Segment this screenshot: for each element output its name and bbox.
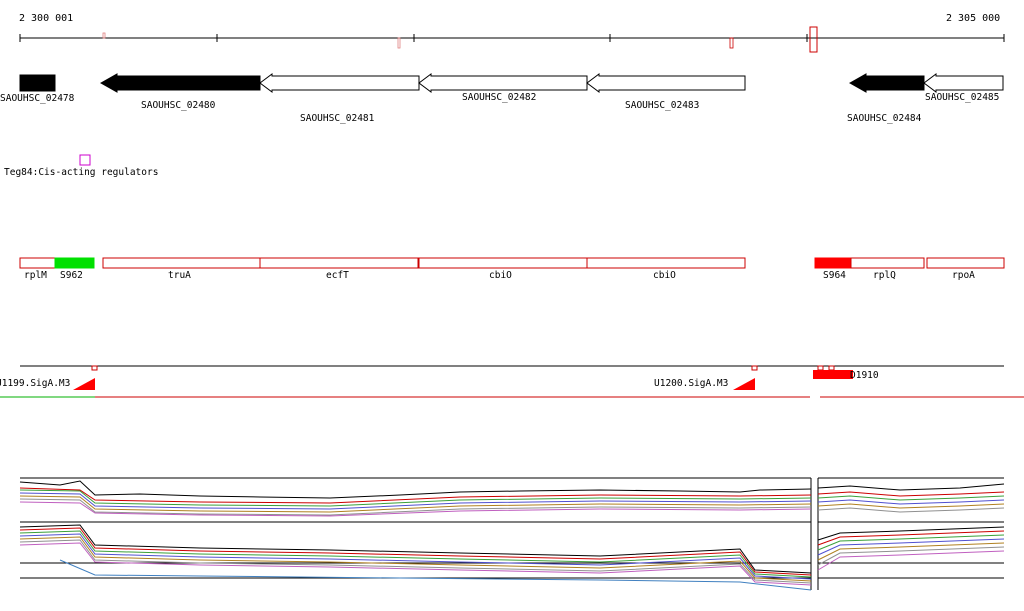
- feature-label: rplM: [24, 270, 47, 281]
- feature-label: rpoA: [952, 270, 975, 281]
- promoter-label[interactable]: D1910: [850, 370, 879, 381]
- feature-truA[interactable]: [102, 257, 261, 269]
- feature-ecfT[interactable]: [259, 257, 419, 269]
- feature-rpoA[interactable]: [926, 257, 1005, 269]
- gene-arrow-02482[interactable]: [418, 73, 588, 93]
- promoter-marker-2[interactable]: [733, 378, 755, 390]
- gene-label[interactable]: SAOUHSC_02485: [925, 92, 999, 103]
- feature-label: cbiO: [489, 270, 512, 281]
- feature-S964[interactable]: [814, 257, 852, 269]
- feature-label: S964: [823, 270, 846, 281]
- feature-rplQ[interactable]: [850, 257, 925, 269]
- feature-S962[interactable]: [54, 257, 95, 269]
- gene-arrow-02480[interactable]: [99, 73, 261, 93]
- gene-arrow-02484[interactable]: [848, 73, 925, 93]
- feature-label: rplQ: [873, 270, 896, 281]
- gene-label[interactable]: SAOUHSC_02480: [141, 100, 215, 111]
- feature-label: cbiO: [653, 270, 676, 281]
- feature-cbiO-1[interactable]: [418, 257, 588, 269]
- feature-label: ecfT: [326, 270, 349, 281]
- feature-rplM[interactable]: [19, 257, 56, 269]
- gene-arrow-02485[interactable]: [923, 73, 1004, 93]
- gene-arrow-02483[interactable]: [586, 73, 746, 93]
- gene-arrow-02481[interactable]: [259, 73, 420, 93]
- gene-label[interactable]: SAOUHSC_02478: [0, 93, 74, 104]
- coordinate-ruler: [19, 26, 1005, 53]
- promoter-label[interactable]: U1199.SigA.M3: [0, 378, 70, 389]
- feature-cbiO-2[interactable]: [586, 257, 746, 269]
- gene-label[interactable]: SAOUHSC_02482: [462, 92, 536, 103]
- feature-label: S962: [60, 270, 83, 281]
- gene-label[interactable]: SAOUHSC_02481: [300, 113, 374, 124]
- regulator-label[interactable]: Teg84:Cis-acting regulators: [4, 167, 158, 178]
- regulator-marker[interactable]: [79, 154, 91, 166]
- promoter-marker-1[interactable]: [73, 378, 95, 390]
- feature-label: truA: [168, 270, 191, 281]
- promoter-label[interactable]: U1200.SigA.M3: [654, 378, 728, 389]
- gene-label[interactable]: SAOUHSC_02483: [625, 100, 699, 111]
- promoter-marker-3[interactable]: [813, 370, 853, 379]
- gene-label[interactable]: SAOUHSC_02484: [847, 113, 921, 124]
- feature-track: [19, 257, 1005, 269]
- expression-plot: [19, 470, 1005, 595]
- gene-arrow-02478[interactable]: [19, 74, 56, 92]
